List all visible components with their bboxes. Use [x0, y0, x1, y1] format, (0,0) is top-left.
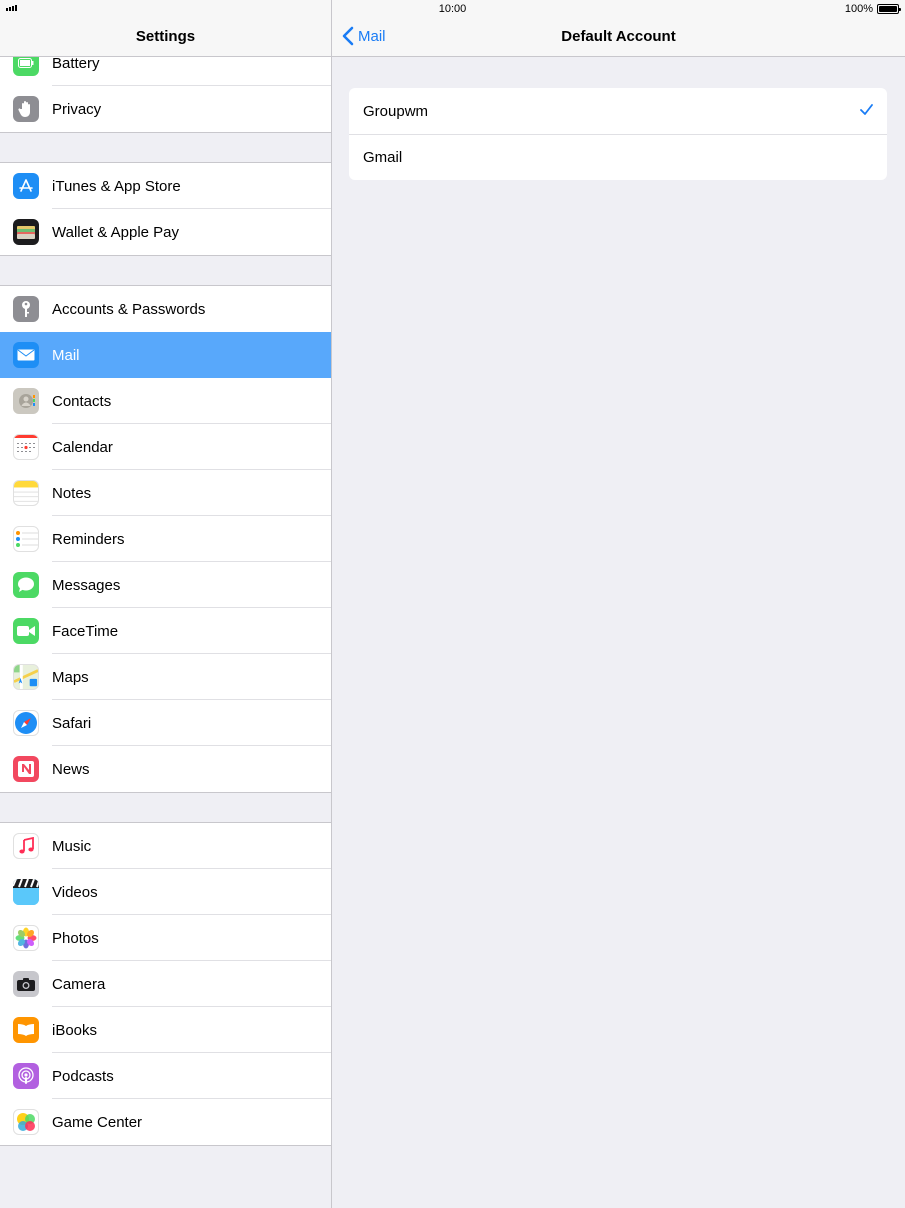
sidebar-item-ibooks[interactable]: iBooks — [0, 1006, 331, 1053]
sidebar-item-mail[interactable]: Mail — [0, 332, 331, 378]
sidebar-item-podcasts[interactable]: Podcasts — [0, 1052, 331, 1099]
settings-group-2: iTunes & App Store Wallet & Apple Pay — [0, 162, 331, 256]
calendar-icon — [13, 434, 39, 460]
sidebar-item-label: Privacy — [52, 100, 102, 118]
sidebar-item-privacy[interactable]: Privacy — [0, 85, 331, 132]
sidebar-item-calendar[interactable]: Calendar — [0, 423, 331, 470]
pane-divider — [331, 0, 332, 1208]
speech-bubble-icon — [13, 572, 39, 598]
news-icon — [13, 756, 39, 782]
podcast-icon — [13, 1063, 39, 1089]
music-note-icon — [13, 833, 39, 859]
settings-sidebar: Settings Battery Privacy iTunes & App St… — [0, 0, 331, 1208]
page-title: Default Account — [561, 28, 676, 45]
camera-icon — [13, 971, 39, 997]
sidebar-item-label: Camera — [52, 975, 106, 993]
sidebar-item-news[interactable]: News — [0, 745, 331, 792]
sidebar-item-contacts[interactable]: Contacts — [0, 378, 331, 424]
sidebar-item-label: Reminders — [52, 530, 125, 548]
sidebar-item-label: Notes — [52, 484, 92, 502]
sidebar-item-label: Game Center — [52, 1113, 143, 1131]
sidebar-title: Settings — [135, 28, 196, 45]
sidebar-item-itunes-app-store[interactable]: iTunes & App Store — [0, 163, 331, 209]
sidebar-item-music[interactable]: Music — [0, 823, 331, 869]
clapperboard-icon — [13, 879, 39, 905]
sidebar-item-label: Battery — [52, 54, 100, 72]
sidebar-item-photos[interactable]: Photos — [0, 914, 331, 961]
checkmark-icon — [860, 104, 873, 115]
account-label: Gmail — [363, 149, 403, 166]
sidebar-item-label: Music — [52, 837, 92, 855]
app-store-icon — [13, 173, 39, 199]
notes-icon — [13, 480, 39, 506]
sidebar-item-label: Contacts — [52, 392, 112, 410]
sidebar-item-videos[interactable]: Videos — [0, 868, 331, 915]
sidebar-item-label: Podcasts — [52, 1067, 114, 1085]
map-icon — [13, 664, 39, 690]
sidebar-item-messages[interactable]: Messages — [0, 561, 331, 608]
sidebar-item-label: Calendar — [52, 438, 113, 456]
sidebar-item-facetime[interactable]: FaceTime — [0, 607, 331, 654]
flower-icon — [13, 925, 39, 951]
sidebar-item-notes[interactable]: Notes — [0, 469, 331, 516]
compass-icon — [13, 710, 39, 736]
status-bar: 10:00 100% — [0, 0, 905, 18]
book-icon — [13, 1017, 39, 1043]
sidebar-item-label: Accounts & Passwords — [52, 300, 206, 318]
reminders-icon — [13, 526, 39, 552]
sidebar-item-label: FaceTime — [52, 622, 119, 640]
sidebar-item-camera[interactable]: Camera — [0, 960, 331, 1007]
sidebar-item-reminders[interactable]: Reminders — [0, 515, 331, 562]
status-time: 10:00 — [438, 3, 467, 15]
settings-group-4: Music Videos Photos Camera iBooks Podcas… — [0, 822, 331, 1146]
sidebar-item-accounts-passwords[interactable]: Accounts & Passwords — [0, 286, 331, 332]
sidebar-item-label: Messages — [52, 576, 121, 594]
sidebar-item-game-center[interactable]: Game Center — [0, 1098, 331, 1145]
sidebar-item-label: iBooks — [52, 1021, 98, 1039]
sidebar-item-label: iTunes & App Store — [52, 177, 181, 195]
account-label: Groupwm — [363, 102, 429, 120]
sidebar-item-safari[interactable]: Safari — [0, 699, 331, 746]
hand-icon — [13, 96, 39, 122]
sidebar-item-label: Safari — [52, 714, 92, 732]
video-camera-icon — [13, 618, 39, 644]
settings-group-3: Accounts & Passwords Mail Contacts Calen… — [0, 285, 331, 793]
sidebar-item-label: Wallet & Apple Pay — [52, 223, 180, 241]
account-option-groupwm[interactable]: Groupwm — [349, 88, 887, 134]
envelope-icon — [13, 342, 39, 368]
sidebar-item-maps[interactable]: Maps — [0, 653, 331, 700]
sidebar-item-label: News — [52, 760, 90, 778]
sidebar-item-label: Videos — [52, 883, 98, 901]
sidebar-item-label: Photos — [52, 929, 99, 947]
account-option-gmail[interactable]: Gmail — [349, 134, 887, 180]
sidebar-item-label: Mail — [52, 346, 80, 364]
wallet-icon — [13, 219, 39, 245]
bubbles-icon — [13, 1109, 39, 1135]
sidebar-item-wallet[interactable]: Wallet & Apple Pay — [0, 208, 331, 255]
battery-icon — [877, 4, 901, 14]
key-icon — [13, 296, 39, 322]
account-list: Groupwm Gmail — [349, 88, 887, 180]
battery-percent: 100% — [844, 3, 873, 15]
contacts-icon — [13, 388, 39, 414]
sidebar-item-label: Maps — [52, 668, 89, 686]
